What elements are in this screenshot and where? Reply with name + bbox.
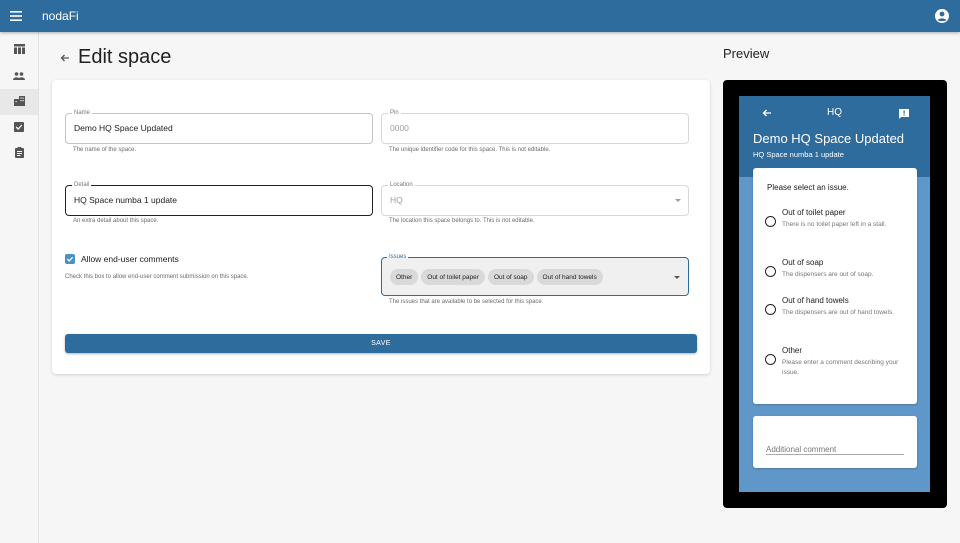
issues-select[interactable]: Issues Other Out of toilet paper Out of … <box>381 253 689 296</box>
feedback-icon[interactable] <box>898 107 910 119</box>
issue-chip[interactable]: Other <box>390 269 419 285</box>
nav-item-people[interactable] <box>0 63 38 89</box>
table-icon <box>13 41 25 59</box>
issue-option-label: Out of toilet paper <box>782 208 846 217</box>
location-select: Location HQ <box>381 181 689 216</box>
additional-comment-input[interactable]: Additional comment <box>766 439 904 455</box>
location-value: HQ <box>390 195 403 205</box>
issue-option-description: The dispensers are out of hand towels. <box>782 309 895 316</box>
issues-label: Issues <box>387 253 409 261</box>
allow-comments-helper: Check this box to allow end-user comment… <box>65 274 249 280</box>
issue-option-hand-towels[interactable]: Out of hand towels The dispensers are ou… <box>765 296 910 332</box>
preview-title: Preview <box>723 46 770 61</box>
issue-option-soap[interactable]: Out of soap The dispensers are out of so… <box>765 258 910 286</box>
radio-button[interactable] <box>765 304 776 315</box>
issue-option-toilet-paper[interactable]: Out of toilet paper There is no toilet p… <box>765 208 910 244</box>
nav-item-building[interactable] <box>0 89 38 115</box>
detail-value: HQ Space numba 1 update <box>74 195 178 205</box>
save-button[interactable]: SAVE <box>65 334 697 353</box>
pin-helper: The unique identifier code for this spac… <box>389 147 551 153</box>
clipboard-icon <box>14 145 24 163</box>
pin-label: Pin <box>388 109 401 117</box>
arrow-back-icon[interactable] <box>57 50 73 66</box>
issue-option-description: Please enter a comment describing your i… <box>782 359 899 376</box>
location-helper: The location this space belongs to. This… <box>389 218 535 224</box>
issues-helper: The issues that are available to be sele… <box>389 299 544 305</box>
preview-screen: HQ Demo HQ Space Updated HQ Space numba … <box>739 96 930 492</box>
issue-option-label: Other <box>782 346 803 355</box>
sidebar <box>0 32 39 543</box>
allow-comments-checkbox[interactable] <box>65 254 75 264</box>
menu-icon[interactable] <box>5 5 27 27</box>
name-field[interactable]: Name Demo HQ Space Updated <box>65 109 373 144</box>
issue-option-other[interactable]: Other Please enter a comment describing … <box>765 346 910 382</box>
comment-card: Additional comment <box>753 416 917 468</box>
name-helper: The name of the space. <box>73 147 137 153</box>
preview-phone: HQ Demo HQ Space Updated HQ Space numba … <box>723 80 947 508</box>
preview-space-detail: HQ Space numba 1 update <box>753 150 844 159</box>
issue-prompt: Please select an issue. <box>767 183 849 192</box>
issue-chip[interactable]: Out of toilet paper <box>421 269 485 285</box>
pin-field: Pin 0000 <box>381 109 689 144</box>
location-label: Location <box>388 181 415 189</box>
issues-chips: Other Out of toilet paper Out of soap Ou… <box>390 269 603 285</box>
checkbox-icon <box>14 119 24 137</box>
issue-option-label: Out of soap <box>782 258 824 267</box>
app-title: nodaFi <box>42 9 79 23</box>
nav-item-tasks[interactable] <box>0 115 38 141</box>
account-circle-icon[interactable] <box>934 8 950 24</box>
issue-selection-card: Please select an issue. Out of toilet pa… <box>753 168 917 404</box>
people-icon <box>13 67 25 85</box>
radio-button[interactable] <box>765 216 776 227</box>
issue-option-description: The dispensers are out of soap. <box>782 271 874 278</box>
radio-button[interactable] <box>765 354 776 365</box>
app-bar: nodaFi <box>0 0 960 32</box>
issue-chip[interactable]: Out of hand towels <box>536 269 603 285</box>
check-icon <box>66 256 74 262</box>
issue-chip[interactable]: Out of soap <box>487 269 534 285</box>
name-value: Demo HQ Space Updated <box>74 123 173 133</box>
preview-space-name: Demo HQ Space Updated <box>753 131 905 146</box>
radio-button[interactable] <box>765 266 776 277</box>
chevron-down-icon <box>674 276 680 279</box>
issue-option-description: There is no toilet paper left in a stall… <box>782 221 887 228</box>
detail-helper: An extra detail about this space. <box>73 218 159 224</box>
issue-option-label: Out of hand towels <box>782 296 849 305</box>
detail-label: Detail <box>72 181 92 189</box>
name-label: Name <box>72 109 93 117</box>
allow-comments-label: Allow end-user comments <box>81 254 179 264</box>
additional-comment-placeholder: Additional comment <box>766 445 837 454</box>
nav-item-table[interactable] <box>0 37 38 63</box>
detail-field[interactable]: Detail HQ Space numba 1 update <box>65 181 373 216</box>
page-title: Edit space <box>78 46 172 68</box>
pin-value: 0000 <box>390 123 409 133</box>
nav-item-reports[interactable] <box>0 141 38 167</box>
building-icon <box>13 93 25 111</box>
chevron-down-icon <box>675 199 681 202</box>
